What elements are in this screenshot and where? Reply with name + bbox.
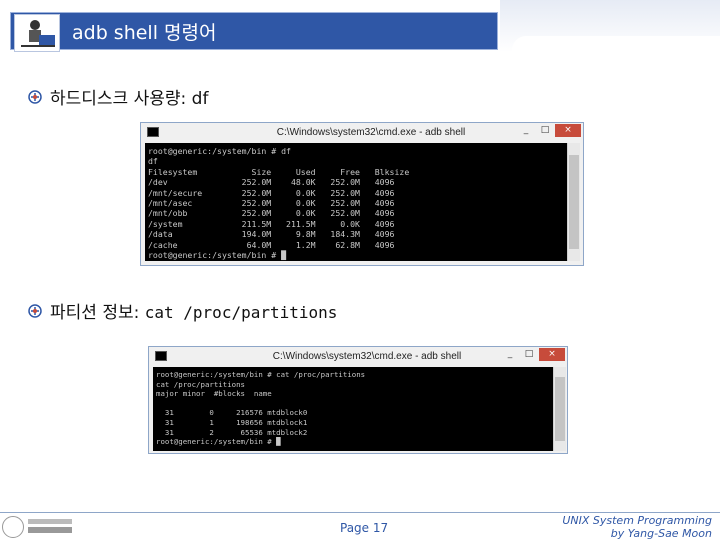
close-button[interactable]: ×	[539, 348, 565, 361]
console-line: root@generic:/system/bin # df	[148, 146, 291, 156]
console-line: root@generic:/system/bin #	[156, 437, 277, 447]
bullet-icon	[28, 303, 42, 318]
console-line: root@generic:/system/bin # cat /proc/par…	[156, 370, 366, 379]
bullet-label: 하드디스크 사용량:	[50, 89, 192, 109]
author-name: by Yang-Sae Moon	[610, 527, 712, 540]
console-line: 31 0 216576 mtdblock0	[156, 408, 308, 418]
maximize-button[interactable]: □	[536, 124, 554, 137]
console-line: /mnt/secure 252.0M 0.0K 252.0M 4096	[148, 187, 395, 198]
console-line: /dev 252.0M 48.0K 252.0M 4096	[148, 177, 395, 188]
scrollbar-thumb[interactable]	[555, 377, 565, 441]
bullet-command: df	[191, 89, 209, 109]
console-icon	[155, 351, 167, 361]
scrollbar-thumb[interactable]	[569, 155, 579, 249]
university-seal-icon	[2, 516, 24, 538]
minimize-button[interactable]: _	[501, 348, 519, 361]
console-output[interactable]: root@generic:/system/bin # cat /proc/par…	[153, 367, 553, 451]
window-titlebar[interactable]: C:\Windows\system32\cmd.exe - adb shell …	[149, 347, 567, 365]
maximize-button[interactable]: □	[520, 348, 538, 361]
footer-divider	[0, 512, 720, 513]
course-credit: UNIX System Programming by Yang-Sae Moon	[562, 514, 712, 540]
cursor-icon: █	[276, 437, 281, 447]
bullet-partitions: 파티션 정보: cat /proc/partitions	[28, 298, 337, 323]
bullet-label: 파티션 정보:	[50, 303, 145, 323]
window-title: C:\Windows\system32\cmd.exe - adb shell	[276, 126, 466, 138]
university-logo	[2, 515, 72, 539]
console-output[interactable]: root@generic:/system/bin # df df Filesys…	[145, 143, 567, 261]
cursor-icon: █	[281, 250, 287, 261]
university-name-graphic	[28, 517, 72, 538]
window-title: C:\Windows\system32\cmd.exe - adb shell	[272, 350, 462, 362]
console-line: cat /proc/partitions	[156, 379, 245, 389]
console-text: root@generic:/system/bin # df df Filesys…	[145, 143, 567, 260]
bullet-disk-usage: 하드디스크 사용량: df	[28, 84, 208, 109]
console-icon	[147, 127, 159, 137]
course-name: UNIX System Programming	[562, 514, 712, 527]
console-text: root@generic:/system/bin # cat /proc/par…	[153, 367, 553, 447]
console-line: df	[148, 156, 158, 167]
console-scrollbar[interactable]	[553, 367, 566, 451]
cmd-window-partitions[interactable]: C:\Windows\system32\cmd.exe - adb shell …	[148, 346, 568, 454]
close-button[interactable]: ×	[555, 124, 581, 137]
page-title: adb shell 명령어	[72, 22, 217, 44]
window-titlebar[interactable]: C:\Windows\system32\cmd.exe - adb shell …	[141, 123, 583, 141]
console-line: major minor #blocks name	[156, 389, 272, 399]
bullet-icon	[28, 89, 42, 104]
presenter-icon	[14, 14, 60, 52]
console-line: /system 211.5M 211.5M 0.0K 4096	[148, 218, 395, 229]
page-number: Page 17	[340, 521, 389, 535]
console-line: Filesystem Size Used Free Blksize	[148, 166, 410, 177]
console-line: 31 1 198656 mtdblock1	[156, 417, 308, 427]
console-line: /cache 64.0M 1.2M 62.8M 4096	[148, 239, 395, 250]
bullet-command: cat /proc/partitions	[144, 303, 338, 322]
console-line: /mnt/asec 252.0M 0.0K 252.0M 4096	[148, 198, 395, 209]
cmd-window-df[interactable]: C:\Windows\system32\cmd.exe - adb shell …	[140, 122, 584, 266]
minimize-button[interactable]: _	[517, 124, 535, 137]
console-line: /mnt/obb 252.0M 0.0K 252.0M 4096	[148, 208, 395, 219]
header-notch	[512, 36, 720, 52]
console-line: /data 194.0M 9.8M 184.3M 4096	[148, 229, 395, 240]
console-scrollbar[interactable]	[567, 143, 580, 261]
console-line: root@generic:/system/bin #	[148, 250, 282, 261]
console-line: 31 2 65536 mtdblock2	[156, 427, 308, 437]
